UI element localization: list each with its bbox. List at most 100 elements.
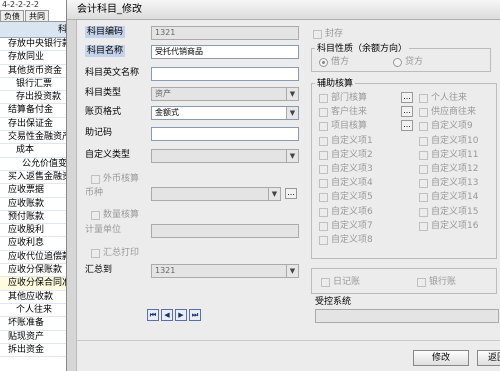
auxiliary-checkbox[interactable] <box>319 122 328 132</box>
auxiliary-checkbox[interactable] <box>419 150 428 160</box>
auxiliary-label: 客户往来 <box>331 107 368 118</box>
format-label: 账页格式 <box>85 107 122 117</box>
auxiliary-label: 自定义项12 <box>431 164 479 174</box>
first-record-icon[interactable]: ⏮ <box>147 309 159 321</box>
auxiliary-checkbox[interactable] <box>419 221 428 231</box>
footer-divider <box>77 340 500 341</box>
auxiliary-label: 项目核算 <box>331 121 368 132</box>
auxiliary-checkbox[interactable] <box>319 136 328 146</box>
auxiliary-checkbox[interactable] <box>319 150 328 160</box>
auxiliary-checkbox[interactable] <box>419 136 428 146</box>
debit-radio[interactable] <box>319 58 328 67</box>
auxiliary-checkbox[interactable] <box>419 122 428 132</box>
tab-liability[interactable]: 负债 <box>0 10 24 21</box>
journal-checkbox[interactable] <box>321 278 330 287</box>
auxiliary-label: 自定义项10 <box>431 135 479 146</box>
code-label: 科目编码 <box>85 26 126 38</box>
bank-journal-label: 银行账 <box>429 277 457 287</box>
summary-print-label: 汇总打印 <box>103 248 140 258</box>
chevron-down-icon[interactable]: ▼ <box>286 150 298 162</box>
department-browse-button[interactable]: ... <box>401 92 413 103</box>
controlled-system-label: 受控系统 <box>315 297 352 307</box>
custom-type-select[interactable]: ▼ <box>151 149 299 163</box>
auxiliary-label: 自定义项8 <box>331 235 373 245</box>
type-value: 资产 <box>155 89 171 98</box>
project-browse-button[interactable]: ... <box>401 120 413 131</box>
next-record-icon[interactable]: ▶ <box>175 309 187 321</box>
auxiliary-group-label: 辅助核算 <box>315 78 356 90</box>
customer-browse-button[interactable]: ... <box>401 106 413 117</box>
format-value: 金额式 <box>155 108 179 117</box>
type-select[interactable]: 资产 ▼ <box>151 87 299 101</box>
auxiliary-checkbox[interactable] <box>319 165 328 174</box>
quantity-label: 数量核算 <box>103 210 140 220</box>
modify-button[interactable]: 修改 <box>413 350 469 366</box>
controlled-system-field[interactable] <box>315 309 499 323</box>
foreign-currency-checkbox[interactable] <box>91 175 100 184</box>
account-edit-dialog: 会计科目_修改 科目编码 1321 科目名称 受托代销商品 科目英文名称 科目类… <box>66 0 500 371</box>
auxiliary-checkbox[interactable] <box>319 221 328 231</box>
chevron-down-icon[interactable]: ▼ <box>268 188 280 200</box>
name-label: 科目名称 <box>85 45 126 57</box>
currency-label: 币种 <box>85 188 104 198</box>
auxiliary-checkbox[interactable] <box>319 179 328 189</box>
debit-label: 借方 <box>331 57 350 67</box>
auxiliary-checkbox[interactable] <box>419 179 428 189</box>
auxiliary-label: 自定义项14 <box>431 192 479 203</box>
english-name-field[interactable] <box>151 67 299 81</box>
balance-direction-label: 科目性质（余额方向） <box>315 43 410 55</box>
mnemonic-field[interactable] <box>151 127 299 141</box>
auxiliary-checkbox[interactable] <box>319 108 328 118</box>
type-label: 科目类型 <box>85 88 122 98</box>
summary-to-select[interactable]: 1321 ▼ <box>151 264 299 278</box>
auxiliary-checkbox[interactable] <box>319 236 328 245</box>
auxiliary-label: 自定义项11 <box>431 149 479 160</box>
auxiliary-label: 部门核算 <box>331 93 368 103</box>
currency-browse-button[interactable]: ... <box>285 188 297 199</box>
code-field[interactable]: 1321 <box>151 26 299 40</box>
auxiliary-label: 自定义项4 <box>331 178 373 189</box>
auxiliary-label: 自定义项7 <box>331 220 373 231</box>
auxiliary-checkbox[interactable] <box>419 165 428 174</box>
last-record-icon[interactable]: ⏭ <box>189 309 201 321</box>
auxiliary-label: 自定义项5 <box>331 192 373 203</box>
unit-label: 计量单位 <box>85 225 122 235</box>
tab-common[interactable]: 共同 <box>25 10 49 21</box>
name-field[interactable]: 受托代销商品 <box>151 45 299 59</box>
sealed-checkbox[interactable] <box>313 30 322 39</box>
dialog-title: 会计科目_修改 <box>67 0 500 20</box>
auxiliary-label: 自定义项9 <box>431 121 473 132</box>
currency-select[interactable]: ▼ <box>151 187 281 201</box>
chevron-down-icon[interactable]: ▼ <box>286 107 298 119</box>
auxiliary-label: 个人往来 <box>431 93 468 103</box>
auxiliary-checkbox[interactable] <box>419 193 428 203</box>
previous-record-icon[interactable]: ◀ <box>161 309 173 321</box>
custom-type-label: 自定义类型 <box>85 150 131 160</box>
summary-print-checkbox[interactable] <box>91 249 100 258</box>
back-button[interactable]: 返回 <box>477 350 500 366</box>
summary-to-value: 1321 <box>155 266 176 275</box>
bank-journal-checkbox[interactable] <box>417 278 426 287</box>
auxiliary-checkbox[interactable] <box>419 94 428 103</box>
auxiliary-checkbox[interactable] <box>319 94 328 103</box>
auxiliary-checkbox[interactable] <box>419 207 428 217</box>
auxiliary-checkbox[interactable] <box>319 207 328 217</box>
auxiliary-label: 供应商往来 <box>431 107 477 118</box>
auxiliary-checkbox[interactable] <box>319 193 328 203</box>
auxiliary-label: 自定义项1 <box>331 135 373 146</box>
summary-to-label: 汇总到 <box>85 265 113 275</box>
auxiliary-label: 自定义项6 <box>331 206 373 217</box>
dialog-left-strip <box>67 20 77 371</box>
format-select[interactable]: 金额式 ▼ <box>151 106 299 120</box>
credit-label: 贷方 <box>405 57 424 67</box>
auxiliary-checkbox[interactable] <box>419 108 428 118</box>
credit-radio[interactable] <box>393 58 402 67</box>
quantity-checkbox[interactable] <box>91 211 100 220</box>
mnemonic-label: 助记码 <box>85 128 113 138</box>
unit-field[interactable] <box>151 224 299 238</box>
chevron-down-icon[interactable]: ▼ <box>286 88 298 100</box>
auxiliary-label: 自定义项15 <box>431 206 479 217</box>
chevron-down-icon[interactable]: ▼ <box>286 265 298 277</box>
english-name-label: 科目英文名称 <box>85 68 140 78</box>
auxiliary-label: 自定义项3 <box>331 164 373 174</box>
